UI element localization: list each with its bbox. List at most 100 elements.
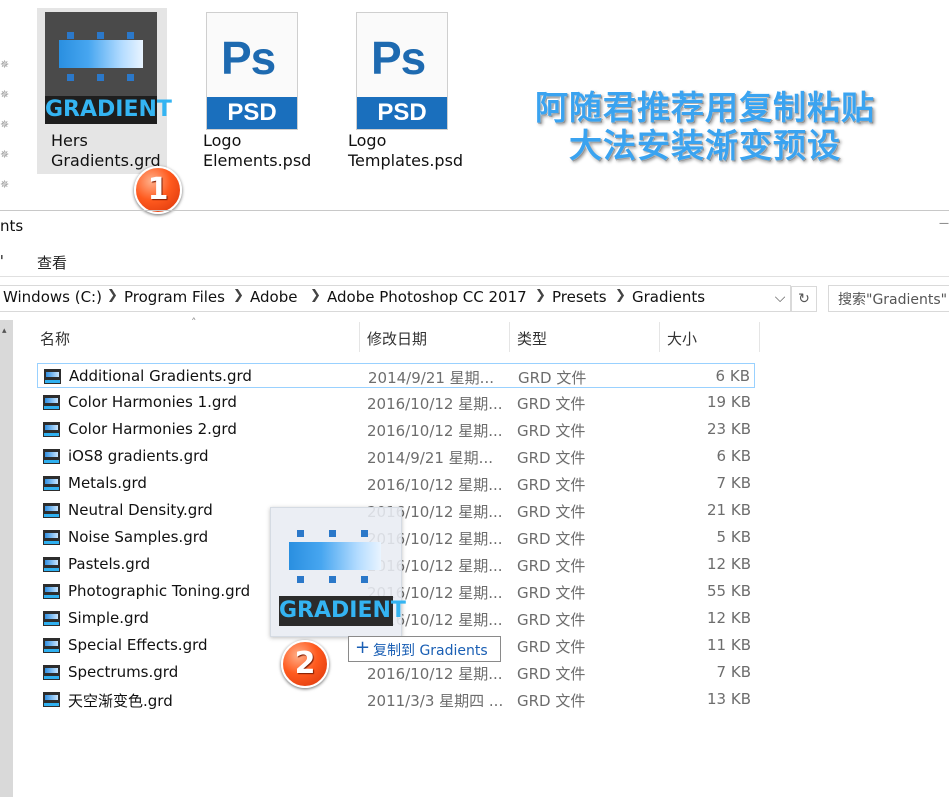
breadcrumb-presets[interactable]: Presets xyxy=(552,288,607,306)
breadcrumb-drive[interactable]: Windows (C:) xyxy=(3,288,102,306)
file-size: 5 KB xyxy=(716,528,751,546)
breadcrumb-program-files[interactable]: Program Files xyxy=(124,288,225,306)
file-label: Hers Gradients.grd xyxy=(51,131,161,170)
grd-file-icon xyxy=(43,449,60,464)
column-header-type[interactable]: 类型 xyxy=(517,328,547,349)
grd-file-icon xyxy=(43,665,60,680)
grd-file-icon xyxy=(43,692,60,707)
pin-icon: ✵ xyxy=(0,178,10,191)
file-type: GRD 文件 xyxy=(517,638,586,656)
tooltip-text: 复制到 Gradients xyxy=(373,643,488,659)
file-type: GRD 文件 xyxy=(517,692,586,710)
refresh-icon[interactable]: ↻ xyxy=(791,286,817,312)
desktop-file-logo-elements[interactable]: Ps PSD Logo Elements.psd xyxy=(194,8,312,174)
file-name: Color Harmonies 1.grd xyxy=(68,393,237,411)
minimize-icon[interactable]: — xyxy=(939,218,949,229)
file-name: Special Effects.grd xyxy=(68,636,208,654)
ribbon-divider xyxy=(0,276,949,277)
tab-view[interactable]: 查看 xyxy=(37,252,67,273)
plus-icon: + xyxy=(355,637,371,658)
file-size: 19 KB xyxy=(707,393,751,411)
chevron-right-icon[interactable]: ❯ xyxy=(535,288,546,303)
file-size: 55 KB xyxy=(707,582,751,600)
file-name: Noise Samples.grd xyxy=(68,528,209,546)
chevron-down-icon[interactable]: ⌵ xyxy=(770,286,790,310)
file-label: Logo Templates.psd xyxy=(348,131,464,170)
breadcrumb-gradients[interactable]: Gradients xyxy=(632,288,705,306)
file-name: Metals.grd xyxy=(68,474,147,492)
grd-file-icon xyxy=(43,395,60,410)
drop-tooltip: + 复制到 Gradients xyxy=(348,636,501,662)
file-type: GRD 文件 xyxy=(517,395,586,413)
file-size: 6 KB xyxy=(715,367,750,385)
file-name: Spectrums.grd xyxy=(68,663,179,681)
column-header-name[interactable]: 名称 xyxy=(40,328,70,349)
file-row[interactable]: iOS8 gradients.grd 2014/9/21 星期... GRD 文件 6… xyxy=(37,444,755,469)
file-size: 11 KB xyxy=(707,636,751,654)
breadcrumb-photoshop[interactable]: Adobe Photoshop CC 2017 xyxy=(327,288,527,306)
file-name: Pastels.grd xyxy=(68,555,151,573)
file-name: iOS8 gradients.grd xyxy=(68,447,209,465)
search-input[interactable]: 搜索"Gradients" xyxy=(828,285,949,312)
file-type: GRD 文件 xyxy=(517,611,586,629)
file-name: Additional Gradients.grd xyxy=(69,367,252,385)
file-date: 2014/9/21 星期... xyxy=(368,369,494,387)
desktop-file-hers-gradients[interactable]: GRADIENT Hers Gradients.grd xyxy=(37,8,172,174)
file-type: GRD 文件 xyxy=(517,476,586,494)
column-separator[interactable] xyxy=(359,322,360,352)
headline-line-2: 大法安装渐变预设 xyxy=(569,126,841,165)
file-type: GRD 文件 xyxy=(517,503,586,521)
file-row[interactable]: 天空渐变色.grd 2011/3/3 星期四 ... GRD 文件 13 KB xyxy=(37,687,755,712)
file-type: GRD 文件 xyxy=(517,422,586,440)
column-separator[interactable] xyxy=(759,322,760,352)
chevron-right-icon[interactable]: ❯ xyxy=(310,288,321,303)
column-separator[interactable] xyxy=(509,322,510,352)
chevron-right-icon[interactable]: ❯ xyxy=(233,288,244,303)
file-label: Logo Elements.psd xyxy=(203,131,312,170)
chevron-right-icon[interactable]: ❯ xyxy=(107,288,118,303)
sort-caret-icon: ˄ xyxy=(191,316,197,329)
gradient-file-icon: GRADIENT xyxy=(279,514,406,626)
navigation-pane-scrollbar[interactable] xyxy=(0,320,13,797)
chevron-right-icon[interactable]: ❯ xyxy=(615,288,626,303)
file-date: 2016/10/12 星期... xyxy=(367,395,503,413)
file-type: GRD 文件 xyxy=(517,530,586,548)
grd-file-icon xyxy=(43,422,60,437)
file-date: 2011/3/3 星期四 ... xyxy=(367,692,504,710)
scroll-up-icon[interactable]: ▴ xyxy=(2,326,7,336)
gradient-file-icon: GRADIENT xyxy=(45,12,172,124)
file-row[interactable]: Color Harmonies 2.grd 2016/10/12 星期... GRD… xyxy=(37,417,755,442)
grd-file-icon xyxy=(43,476,60,491)
psd-file-icon: Ps PSD xyxy=(206,12,298,130)
grd-file-icon xyxy=(44,369,61,384)
file-type: GRD 文件 xyxy=(518,369,587,387)
file-date: 2016/10/12 星期... xyxy=(367,665,503,683)
pin-icon: ✵ xyxy=(0,148,10,161)
column-separator[interactable] xyxy=(659,322,660,352)
file-size: 12 KB xyxy=(707,609,751,627)
file-row[interactable]: Spectrums.grd 2016/10/12 星期... GRD 文件 7 KB xyxy=(37,660,755,685)
file-date: 2016/10/12 星期... xyxy=(367,422,503,440)
grd-file-icon xyxy=(43,503,60,518)
file-size: 6 KB xyxy=(716,447,751,465)
window-title: nts xyxy=(0,217,24,235)
file-name: 天空渐变色.grd xyxy=(68,692,173,710)
column-header-date[interactable]: 修改日期 xyxy=(367,328,427,349)
grd-file-icon xyxy=(43,611,60,626)
column-header-size[interactable]: 大小 xyxy=(667,328,697,349)
file-size: 7 KB xyxy=(716,663,751,681)
file-name: Neutral Density.grd xyxy=(68,501,213,519)
breadcrumb-adobe[interactable]: Adobe xyxy=(250,288,297,306)
file-date: 2016/10/12 星期... xyxy=(367,476,503,494)
file-name: Color Harmonies 2.grd xyxy=(68,420,237,438)
search-placeholder: 搜索"Gradients" xyxy=(838,292,948,308)
tab-share[interactable]: " xyxy=(0,252,4,270)
file-row[interactable]: Color Harmonies 1.grd 2016/10/12 星期... GRD… xyxy=(37,390,755,415)
file-size: 12 KB xyxy=(707,555,751,573)
file-row[interactable]: Additional Gradients.grd 2014/9/21 星期... G… xyxy=(37,363,755,388)
desktop-file-logo-templates[interactable]: Ps PSD Logo Templates.psd xyxy=(343,8,473,174)
file-type: GRD 文件 xyxy=(517,584,586,602)
psd-file-icon: Ps PSD xyxy=(356,12,448,130)
file-date: 2014/9/21 星期... xyxy=(367,449,493,467)
file-row[interactable]: Metals.grd 2016/10/12 星期... GRD 文件 7 KB xyxy=(37,471,755,496)
